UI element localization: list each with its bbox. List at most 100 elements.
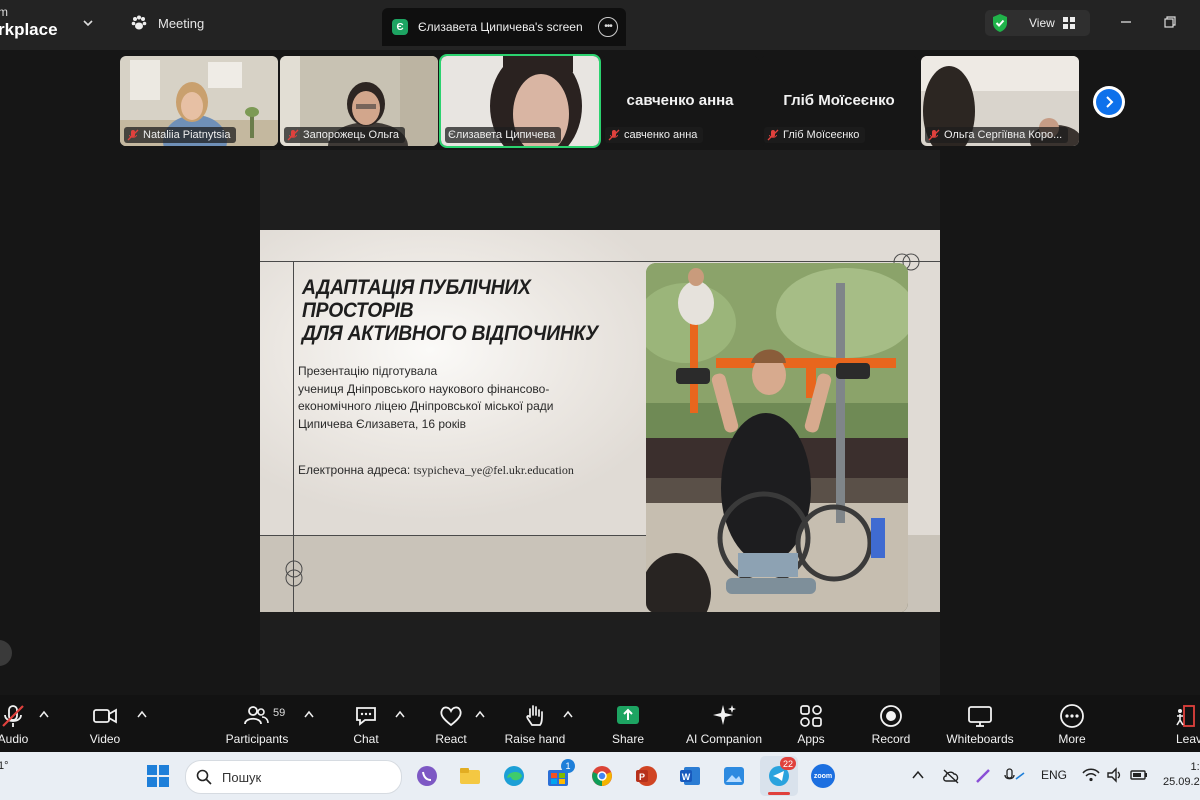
chevron-up-icon[interactable] bbox=[912, 770, 924, 780]
participant-display-name: Гліб Моїсеєнко bbox=[783, 92, 895, 109]
slide-divider bbox=[260, 535, 646, 536]
slide-email: Електронна адреса: tsypicheva_ye@fel.ukr… bbox=[298, 463, 574, 478]
hand-icon bbox=[526, 705, 543, 726]
share-tab-label: Єлизавета Ципичева's screen bbox=[418, 20, 583, 34]
chat-button[interactable]: Chat bbox=[341, 695, 391, 752]
paw-icon bbox=[131, 15, 147, 30]
participant-tile[interactable]: Запорожець Ольга bbox=[280, 56, 438, 146]
decorative-circles-icon bbox=[285, 560, 303, 587]
file-explorer-icon[interactable] bbox=[458, 764, 482, 788]
raise-hand-button[interactable]: Raise hand bbox=[502, 695, 568, 752]
outdoor-gym-photo bbox=[646, 263, 908, 612]
participant-name-tag: Запорожець Ольга bbox=[284, 127, 405, 143]
view-button[interactable]: View bbox=[985, 10, 1090, 36]
raise-hand-label: Raise hand bbox=[504, 732, 566, 746]
windows-taskbar: 1° Пошук 1 P W 22 zoom ENG 1: 25.09.2 bbox=[0, 752, 1200, 800]
clock-time: 1: bbox=[1190, 761, 1200, 773]
chevron-up-icon[interactable] bbox=[137, 710, 147, 718]
chevron-up-icon[interactable] bbox=[475, 710, 485, 718]
react-label: React bbox=[435, 732, 467, 746]
leave-button[interactable]: Leav bbox=[1170, 695, 1200, 752]
ai-companion-button[interactable]: AI Companion bbox=[682, 695, 766, 752]
participant-name-tag: Nataliia Piatnytsia bbox=[124, 127, 237, 143]
restore-icon[interactable] bbox=[1162, 14, 1178, 30]
audio-button[interactable]: Audio bbox=[0, 695, 38, 752]
brand-line-2: rkplace bbox=[0, 20, 58, 39]
speaker-icon[interactable] bbox=[1106, 767, 1124, 783]
video-button[interactable]: Video bbox=[80, 695, 130, 752]
viber-icon[interactable] bbox=[415, 764, 439, 788]
word-icon[interactable]: W bbox=[678, 764, 702, 788]
minimize-icon[interactable] bbox=[1118, 14, 1134, 30]
participant-name-tag: Ольга Сергіївна Коро... bbox=[925, 127, 1069, 143]
cloud-off-icon[interactable] bbox=[942, 768, 960, 784]
apps-button[interactable]: Apps bbox=[786, 695, 836, 752]
participants-button[interactable]: 59 Participants bbox=[220, 695, 294, 752]
email-address: tsypicheva_ye@fel.ukr.education bbox=[413, 463, 574, 477]
participant-name-tag: савченко анна bbox=[605, 127, 704, 143]
muted-mic-icon bbox=[287, 129, 299, 141]
zoom-app-icon[interactable]: zoom bbox=[811, 764, 835, 788]
whiteboards-button[interactable]: Whiteboards bbox=[941, 695, 1019, 752]
chevron-up-icon[interactable] bbox=[395, 710, 405, 718]
chat-icon bbox=[356, 707, 376, 726]
apps-label: Apps bbox=[797, 732, 825, 746]
weather-temp: 1° bbox=[0, 760, 9, 772]
email-label: Електронна адреса: bbox=[298, 463, 411, 477]
participant-tile[interactable]: Nataliia Piatnytsia bbox=[120, 56, 278, 146]
mic-keyboard-icon[interactable] bbox=[1004, 767, 1026, 785]
clock[interactable]: 1: 25.09.2 bbox=[1163, 760, 1200, 790]
chrome-icon[interactable] bbox=[590, 764, 614, 788]
chevron-up-icon[interactable] bbox=[304, 710, 314, 718]
leave-icon bbox=[1176, 705, 1195, 727]
shared-screen-tab[interactable]: Є Єлизавета Ципичева's screen ••• bbox=[382, 8, 626, 46]
video-camera-icon bbox=[93, 708, 117, 724]
next-page-button[interactable] bbox=[1093, 86, 1125, 118]
participant-name-tag: Гліб Моїсеєнко bbox=[764, 127, 866, 143]
taskbar-search[interactable]: Пошук bbox=[185, 760, 402, 794]
record-label: Record bbox=[871, 732, 911, 746]
more-button[interactable]: More bbox=[1047, 695, 1097, 752]
participant-tile[interactable]: савченко анна савченко анна bbox=[601, 56, 759, 146]
chevron-up-icon[interactable] bbox=[563, 710, 573, 718]
search-icon bbox=[196, 769, 212, 785]
participant-name: Єлизавета Ципичева bbox=[448, 129, 556, 141]
participant-tile[interactable]: Ольга Сергіївна Коро... bbox=[921, 56, 1079, 146]
participant-name-tag: Єлизавета Ципичева bbox=[445, 127, 562, 143]
slide-title: АДАПТАЦІЯ ПУБЛІЧНИХ ПРОСТОРІВ ДЛЯ АКТИВН… bbox=[302, 276, 615, 345]
title-bar: m rkplace Meeting Є Єлизавета Ципичева's… bbox=[0, 0, 1200, 50]
edge-icon[interactable] bbox=[502, 764, 526, 788]
sparkle-icon bbox=[713, 705, 736, 725]
pen-icon[interactable] bbox=[974, 767, 992, 785]
participant-tile[interactable]: Гліб Моїсеєнко Гліб Моїсеєнко bbox=[760, 56, 918, 146]
whiteboard-icon bbox=[968, 706, 992, 727]
react-button[interactable]: React bbox=[426, 695, 476, 752]
apps-icon bbox=[800, 705, 822, 727]
muted-mic-icon bbox=[767, 129, 779, 141]
participant-name: Nataliia Piatnytsia bbox=[143, 129, 231, 141]
participants-count: 59 bbox=[273, 707, 286, 719]
muted-mic-icon bbox=[928, 129, 940, 141]
participant-tile-active-speaker[interactable]: Єлизавета Ципичева bbox=[439, 54, 601, 148]
record-button[interactable]: Record bbox=[865, 695, 917, 752]
participant-name: Запорожець Ольга bbox=[303, 129, 399, 141]
active-indicator bbox=[768, 792, 790, 795]
participants-icon bbox=[244, 706, 269, 725]
slide-divider bbox=[260, 261, 940, 262]
search-placeholder: Пошук bbox=[222, 769, 262, 785]
windows-start-icon[interactable] bbox=[146, 764, 170, 788]
meeting-tab[interactable]: Meeting bbox=[130, 14, 204, 32]
battery-icon[interactable] bbox=[1130, 767, 1148, 783]
share-label: Share bbox=[611, 732, 645, 746]
chat-label: Chat bbox=[353, 732, 379, 746]
chevron-up-icon[interactable] bbox=[39, 710, 49, 718]
more-options-icon[interactable]: ••• bbox=[598, 17, 618, 37]
presentation-slide: АДАПТАЦІЯ ПУБЛІЧНИХ ПРОСТОРІВ ДЛЯ АКТИВН… bbox=[260, 230, 940, 612]
share-button[interactable]: Share bbox=[603, 695, 653, 752]
input-language[interactable]: ENG bbox=[1041, 768, 1067, 782]
slide-photo bbox=[646, 263, 908, 612]
powerpoint-icon[interactable]: P bbox=[634, 764, 658, 788]
chevron-down-icon[interactable] bbox=[80, 15, 96, 31]
wifi-icon[interactable] bbox=[1082, 767, 1100, 783]
photos-icon[interactable] bbox=[722, 764, 746, 788]
